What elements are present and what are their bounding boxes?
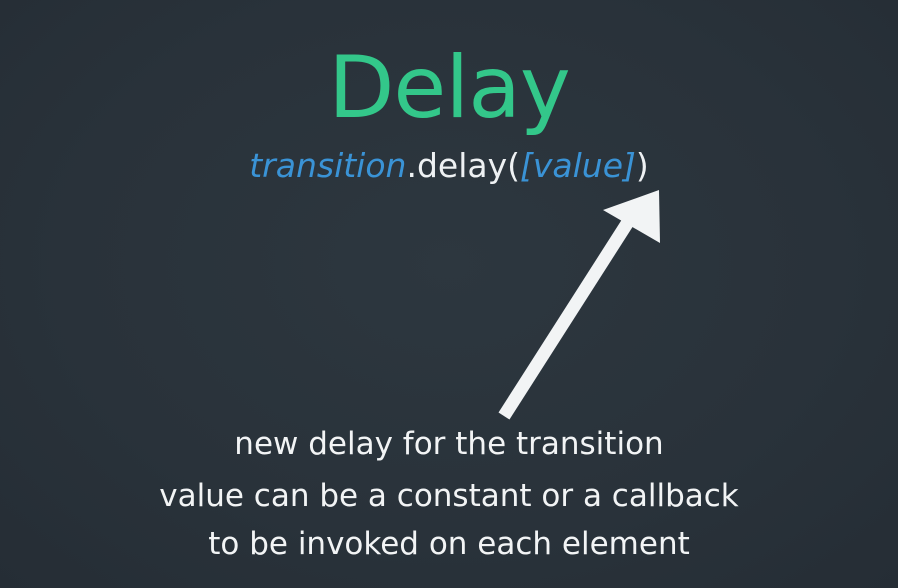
method-signature: transition.delay([value]) <box>0 144 898 188</box>
caption-line-3: to be invoked on each element <box>208 526 690 562</box>
caption-line-2: value can be a constant or a callback <box>159 478 739 514</box>
signature-param: [value] <box>520 146 636 185</box>
signature-close: ) <box>635 146 649 185</box>
slide-title: Delay <box>328 38 571 138</box>
signature-object: transition <box>249 146 407 185</box>
caption-line-1: new delay for the transition <box>234 426 664 462</box>
slide: Delay transition.delay([value]) new dela… <box>0 0 898 588</box>
signature-method: .delay( <box>406 146 520 185</box>
